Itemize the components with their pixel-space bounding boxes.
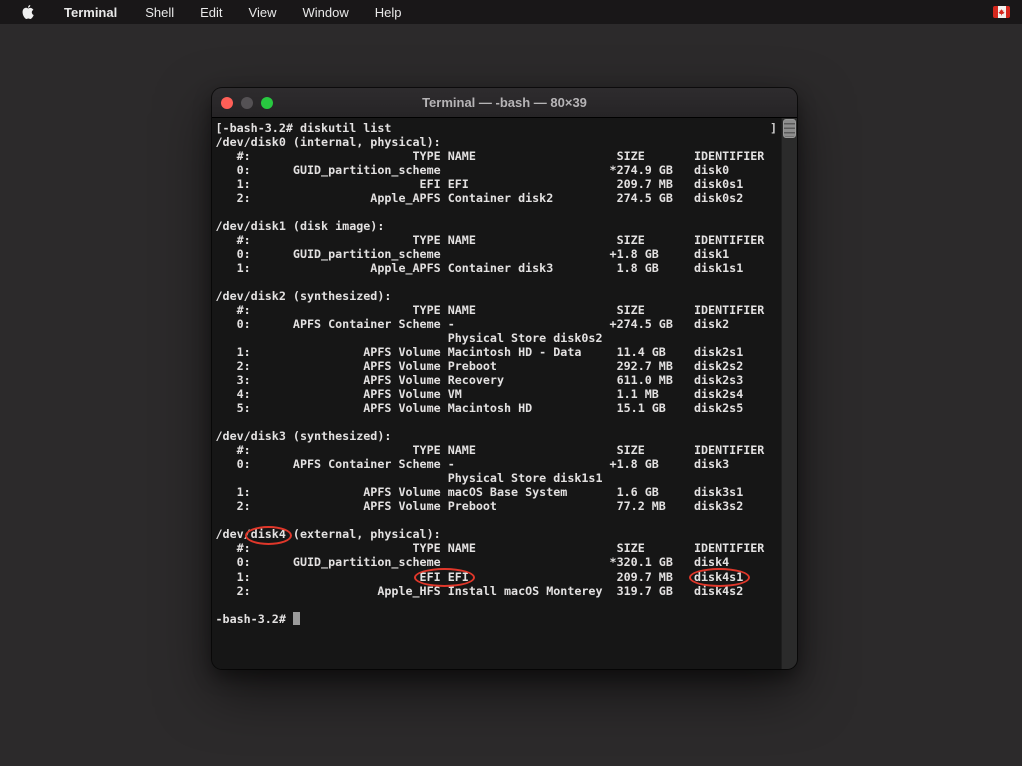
terminal-line: 1: APFS Volume macOS Base System 1.6 GB … <box>216 485 765 499</box>
terminal-line: #: TYPE NAME SIZE IDENTIFIER <box>216 541 765 555</box>
terminal-line: /dev/disk1 (disk image): <box>216 219 765 233</box>
terminal-mark-close: ] <box>770 121 777 135</box>
terminal-line <box>216 205 765 219</box>
scrollbar-thumb[interactable] <box>783 119 796 138</box>
terminal-line: #: TYPE NAME SIZE IDENTIFIER <box>216 303 765 317</box>
terminal-line: 1: EFI EFI 209.7 MB disk4s1 <box>216 570 765 584</box>
terminal-line: Physical Store disk0s2 <box>216 331 765 345</box>
terminal-output: [-bash-3.2# diskutil list/dev/disk0 (int… <box>216 121 765 626</box>
close-button[interactable] <box>221 97 233 109</box>
desktop: { "menu_bar": { "apple_icon": "apple-log… <box>0 0 1022 766</box>
terminal-line: 5: APFS Volume Macintosh HD 15.1 GB disk… <box>216 401 765 415</box>
window-title: Terminal — -bash — 80×39 <box>422 95 587 110</box>
terminal-line: [-bash-3.2# diskutil list <box>216 121 765 135</box>
terminal-line: 3: APFS Volume Recovery 611.0 MB disk2s3 <box>216 373 765 387</box>
terminal-line: 2: Apple_APFS Container disk2 274.5 GB d… <box>216 191 765 205</box>
terminal-line: Physical Store disk1s1 <box>216 471 765 485</box>
terminal-content[interactable]: [-bash-3.2# diskutil list/dev/disk0 (int… <box>212 118 797 669</box>
terminal-line: 0: GUID_partition_scheme +1.8 GB disk1 <box>216 247 765 261</box>
terminal-line: 0: APFS Container Scheme - +274.5 GB dis… <box>216 317 765 331</box>
terminal-line: 1: APFS Volume Macintosh HD - Data 11.4 … <box>216 345 765 359</box>
shell-prompt[interactable]: -bash-3.2# <box>216 612 765 626</box>
terminal-line: #: TYPE NAME SIZE IDENTIFIER <box>216 149 765 163</box>
menu-item-edit[interactable]: Edit <box>187 5 235 20</box>
terminal-cursor <box>293 612 300 625</box>
menu-item-view[interactable]: View <box>236 5 290 20</box>
apple-logo-icon <box>20 4 35 21</box>
terminal-line: #: TYPE NAME SIZE IDENTIFIER <box>216 233 765 247</box>
terminal-line: 1: Apple_APFS Container disk3 1.8 GB dis… <box>216 261 765 275</box>
apple-menu[interactable] <box>0 4 49 21</box>
terminal-line: 2: APFS Volume Preboot 292.7 MB disk2s2 <box>216 359 765 373</box>
terminal-line <box>216 598 765 612</box>
menu-bar: Terminal Shell Edit View Window Help <box>0 0 1022 24</box>
terminal-line: 0: APFS Container Scheme - +1.8 GB disk3 <box>216 457 765 471</box>
terminal-line: 2: APFS Volume Preboot 77.2 MB disk3s2 <box>216 499 765 513</box>
terminal-line: 2: Apple_HFS Install macOS Monterey 319.… <box>216 584 765 598</box>
prompt-text: -bash-3.2# <box>216 612 293 626</box>
menu-item-shell[interactable]: Shell <box>132 5 187 20</box>
terminal-line: 4: APFS Volume VM 1.1 MB disk2s4 <box>216 387 765 401</box>
terminal-line: /dev/disk0 (internal, physical): <box>216 135 765 149</box>
scrollbar[interactable] <box>781 118 797 669</box>
terminal-line: 0: GUID_partition_scheme *320.1 GB disk4 <box>216 555 765 569</box>
terminal-line <box>216 513 765 527</box>
terminal-line: /dev/disk4 (external, physical): <box>216 527 765 541</box>
minimize-button[interactable] <box>241 97 253 109</box>
menu-app-name[interactable]: Terminal <box>49 5 132 20</box>
terminal-line: #: TYPE NAME SIZE IDENTIFIER <box>216 443 765 457</box>
window-titlebar[interactable]: Terminal — -bash — 80×39 <box>212 88 797 118</box>
zoom-button[interactable] <box>261 97 273 109</box>
terminal-window: Terminal — -bash — 80×39 [-bash-3.2# dis… <box>212 88 797 669</box>
terminal-line <box>216 275 765 289</box>
terminal-line: /dev/disk3 (synthesized): <box>216 429 765 443</box>
terminal-line: /dev/disk2 (synthesized): <box>216 289 765 303</box>
menu-item-window[interactable]: Window <box>290 5 362 20</box>
input-source-canada-flag-icon[interactable] <box>993 6 1010 18</box>
menu-item-help[interactable]: Help <box>362 5 415 20</box>
terminal-line: 0: GUID_partition_scheme *274.9 GB disk0 <box>216 163 765 177</box>
terminal-line: 1: EFI EFI 209.7 MB disk0s1 <box>216 177 765 191</box>
terminal-line <box>216 415 765 429</box>
